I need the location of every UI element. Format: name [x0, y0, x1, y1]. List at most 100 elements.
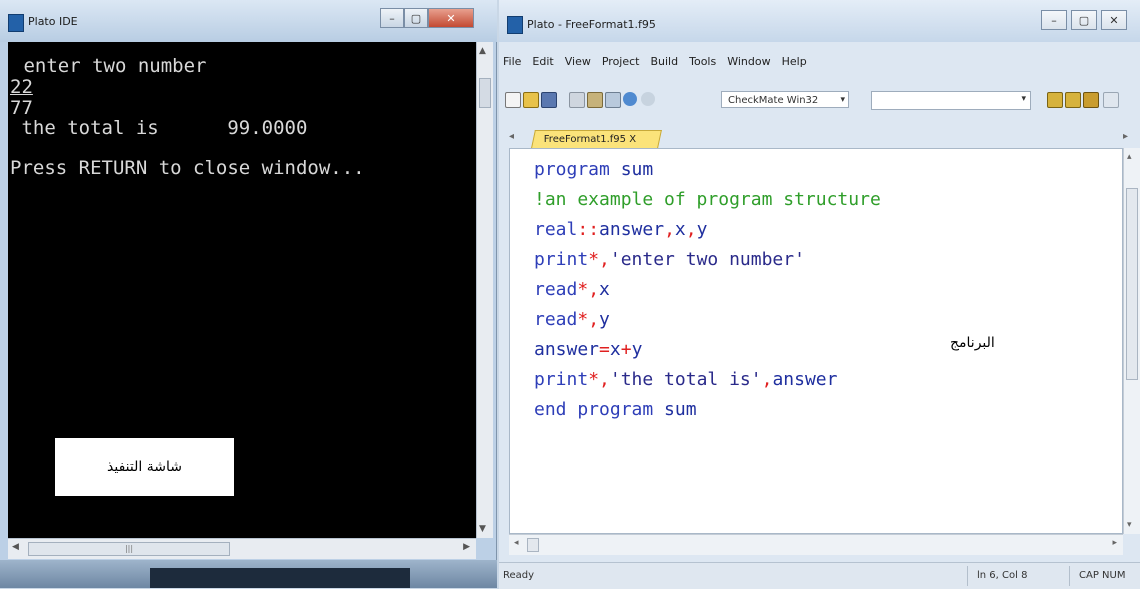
scroll-thumb[interactable]: [479, 78, 491, 108]
tab-freeformat[interactable]: FreeFormat1.f95 X: [531, 130, 662, 148]
code-editor[interactable]: program sum !an example of program struct…: [509, 148, 1123, 534]
console-output[interactable]: enter two number 22 77 the total is 99.0…: [8, 42, 476, 538]
open-folder-icon[interactable]: [523, 92, 539, 108]
execution-screen-label: شاشة التنفيذ: [55, 438, 234, 496]
scroll-thumb[interactable]: |||: [28, 542, 230, 556]
code-token: 'enter two number': [609, 249, 805, 270]
cut-icon[interactable]: [569, 92, 585, 108]
close-button[interactable]: ✕: [428, 8, 474, 28]
close-button[interactable]: ✕: [1101, 10, 1127, 30]
tab-label: FreeFormat1.f95 X: [543, 134, 637, 145]
console-line: 22: [10, 76, 33, 98]
ide-titlebar[interactable]: Plato - FreeFormat1.f95 – ▢ ✕: [499, 0, 1140, 42]
status-divider: [967, 566, 968, 586]
scroll-left-icon[interactable]: ◀: [12, 542, 19, 552]
code-token: sum: [653, 399, 697, 420]
paste-icon[interactable]: [605, 92, 621, 108]
menu-window[interactable]: Window: [727, 55, 770, 68]
new-file-icon[interactable]: [505, 92, 521, 108]
console-title: Plato IDE: [28, 15, 78, 28]
code-token: x: [674, 219, 686, 240]
editor-vertical-scrollbar[interactable]: ▴ ▾: [1123, 148, 1140, 534]
code-token: =: [599, 339, 610, 360]
status-bar: Ready ln 6, Col 8 CAP NUM: [499, 562, 1140, 589]
toolbar: CheckMate Win32 ▾ ▾: [499, 86, 1140, 114]
code-token: program: [534, 159, 610, 180]
target-select[interactable]: ▾: [871, 91, 1031, 110]
app-icon: [8, 14, 24, 32]
redo-icon[interactable]: [641, 92, 655, 106]
scroll-right-icon[interactable]: ▸: [1112, 538, 1117, 548]
console-line: enter two number: [12, 55, 207, 77]
compile-icon[interactable]: [1047, 92, 1063, 108]
scroll-thumb[interactable]: [527, 538, 539, 552]
console-titlebar[interactable]: Plato IDE – ▢ ✕: [0, 0, 497, 42]
code-line: print*,'enter two number': [534, 249, 805, 271]
console-line: the total is 99.0000: [10, 117, 308, 139]
code-token: answer: [534, 339, 600, 360]
console-vertical-scrollbar[interactable]: ▲ ▼: [476, 42, 493, 538]
taskbar: [0, 560, 497, 588]
code-token: end program: [534, 399, 654, 420]
code-token: 'the total is': [609, 369, 762, 390]
code-token: y: [599, 309, 610, 330]
minimize-button[interactable]: –: [380, 8, 404, 28]
save-icon[interactable]: [541, 92, 557, 108]
status-caps-num: CAP NUM: [1079, 570, 1126, 581]
menu-help[interactable]: Help: [782, 55, 807, 68]
minimize-button[interactable]: –: [1041, 10, 1067, 30]
scroll-up-icon[interactable]: ▴: [1127, 152, 1132, 162]
menu-project[interactable]: Project: [602, 55, 640, 68]
scroll-down-icon[interactable]: ▼: [479, 524, 486, 534]
copy-icon[interactable]: [587, 92, 603, 108]
maximize-button[interactable]: ▢: [1071, 10, 1097, 30]
maximize-button[interactable]: ▢: [404, 8, 428, 28]
code-token: print: [534, 369, 589, 390]
scroll-up-icon[interactable]: ▲: [479, 46, 486, 56]
code-token: *,: [588, 369, 610, 390]
code-line: !an example of program structure: [534, 189, 881, 211]
undo-icon[interactable]: [623, 92, 637, 106]
editor-horizontal-scrollbar[interactable]: ◂ ▸: [509, 534, 1123, 555]
code-line: answer=x+y: [534, 339, 642, 361]
code-token: +: [620, 339, 632, 360]
scroll-left-icon[interactable]: ◂: [514, 538, 519, 548]
build-icon[interactable]: [1065, 92, 1081, 108]
chevron-down-icon: ▾: [840, 95, 845, 105]
tab-scroll-left-icon[interactable]: ◂: [509, 131, 514, 142]
scroll-right-icon[interactable]: ▶: [463, 542, 470, 552]
console-line: Press RETURN to close window...: [10, 157, 365, 179]
console-horizontal-scrollbar[interactable]: ◀ ||| ▶: [8, 538, 476, 559]
scroll-down-icon[interactable]: ▾: [1127, 520, 1132, 530]
tab-scroll-right-icon[interactable]: ▸: [1123, 131, 1128, 142]
code-token: !an example of program structure: [534, 189, 881, 210]
code-token: answer: [772, 369, 838, 390]
menu-build[interactable]: Build: [650, 55, 678, 68]
code-token: *,: [588, 249, 610, 270]
code-line: program sum: [534, 159, 653, 181]
run-icon[interactable]: [1083, 92, 1099, 108]
code-token: x: [599, 279, 610, 300]
code-line: real::answer,x,y: [534, 219, 707, 241]
code-token: ,: [664, 219, 675, 240]
menu-tools[interactable]: Tools: [689, 55, 716, 68]
debug-icon[interactable]: [1103, 92, 1119, 108]
code-token: answer: [599, 219, 665, 240]
program-annotation: البرنامج: [950, 335, 995, 351]
menu-view[interactable]: View: [565, 55, 591, 68]
configuration-select[interactable]: CheckMate Win32 ▾: [721, 91, 849, 108]
scroll-thumb[interactable]: [1126, 188, 1138, 380]
console-caption-buttons: – ▢ ✕: [380, 8, 474, 28]
code-token: y: [631, 339, 643, 360]
taskbar-item[interactable]: [150, 568, 410, 588]
configuration-value: CheckMate Win32: [728, 95, 819, 106]
menu-file[interactable]: File: [503, 55, 521, 68]
code-token: ::: [577, 219, 600, 240]
code-token: read: [534, 279, 578, 300]
code-token: ,: [685, 219, 697, 240]
ide-title: Plato - FreeFormat1.f95: [527, 18, 656, 31]
menu-edit[interactable]: Edit: [532, 55, 553, 68]
code-token: real: [534, 219, 578, 240]
code-token: print: [534, 249, 589, 270]
console-window: Plato IDE – ▢ ✕ enter two number 22 77 t…: [0, 0, 497, 588]
